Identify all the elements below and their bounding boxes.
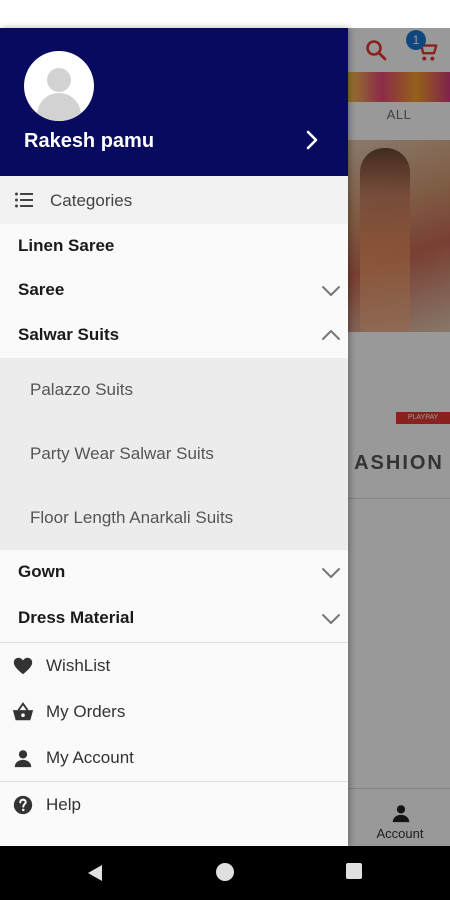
menu-item-my-orders[interactable]: My Orders	[0, 689, 348, 735]
category-item-gown[interactable]: Gown	[0, 550, 348, 594]
menu-label: WishList	[46, 656, 111, 675]
avatar-placeholder-head	[47, 68, 71, 92]
category-label: Salwar Suits	[18, 325, 120, 344]
subcategory-label: Floor Length Anarkali Suits	[30, 508, 234, 527]
help-circle-icon	[13, 795, 33, 815]
category-item-dress-material[interactable]: Dress Material	[0, 594, 348, 642]
menu-item-my-account[interactable]: My Account	[0, 735, 348, 781]
subcategory-item-palazzo-suits[interactable]: Palazzo Suits	[0, 358, 348, 422]
chevron-down-icon[interactable]	[320, 612, 342, 626]
category-item-linen-saree[interactable]: Linen Saree	[0, 224, 348, 268]
categories-label: Categories	[50, 191, 133, 210]
menu-label: Help	[46, 795, 81, 814]
user-name: Rakesh pamu	[24, 130, 155, 152]
menu-label: My Orders	[46, 702, 126, 721]
menu-label: My Account	[46, 748, 134, 767]
back-icon[interactable]	[86, 863, 104, 883]
category-label: Linen Saree	[18, 236, 115, 255]
chevron-down-icon[interactable]	[320, 284, 342, 298]
category-label: Saree	[18, 280, 65, 299]
person-icon	[14, 750, 32, 768]
status-bar	[0, 0, 450, 28]
drawer-header[interactable]: Rakesh pamu	[0, 28, 348, 176]
category-label: Dress Material	[18, 608, 135, 627]
menu-item-wishlist[interactable]: WishList	[0, 643, 348, 689]
drawer-body: Categories Linen Saree Saree Salwar Suit…	[0, 176, 348, 846]
recent-apps-icon[interactable]	[346, 863, 362, 879]
basket-icon	[12, 702, 34, 721]
subcategory-item-floor-length[interactable]: Floor Length Anarkali Suits	[0, 486, 348, 550]
chevron-up-icon[interactable]	[320, 328, 342, 342]
heart-icon	[13, 657, 33, 675]
categories-header[interactable]: Categories	[0, 176, 348, 224]
category-item-saree[interactable]: Saree	[0, 268, 348, 312]
avatar-placeholder-body	[37, 93, 81, 121]
category-label: Gown	[18, 562, 66, 581]
avatar[interactable]	[24, 51, 94, 121]
chevron-right-icon[interactable]	[300, 126, 324, 154]
subcategory-label: Party Wear Salwar Suits	[30, 444, 214, 463]
system-navigation-bar	[0, 846, 450, 900]
chevron-down-icon[interactable]	[320, 566, 342, 580]
subcategory-label: Palazzo Suits	[30, 380, 133, 399]
navigation-drawer: Rakesh pamu Categories Linen Saree Saree…	[0, 28, 348, 846]
list-icon	[15, 192, 33, 208]
home-icon[interactable]	[216, 863, 234, 881]
menu-item-help[interactable]: Help	[0, 782, 348, 828]
category-item-salwar-suits[interactable]: Salwar Suits	[0, 312, 348, 358]
subcategory-item-party-wear[interactable]: Party Wear Salwar Suits	[0, 422, 348, 486]
